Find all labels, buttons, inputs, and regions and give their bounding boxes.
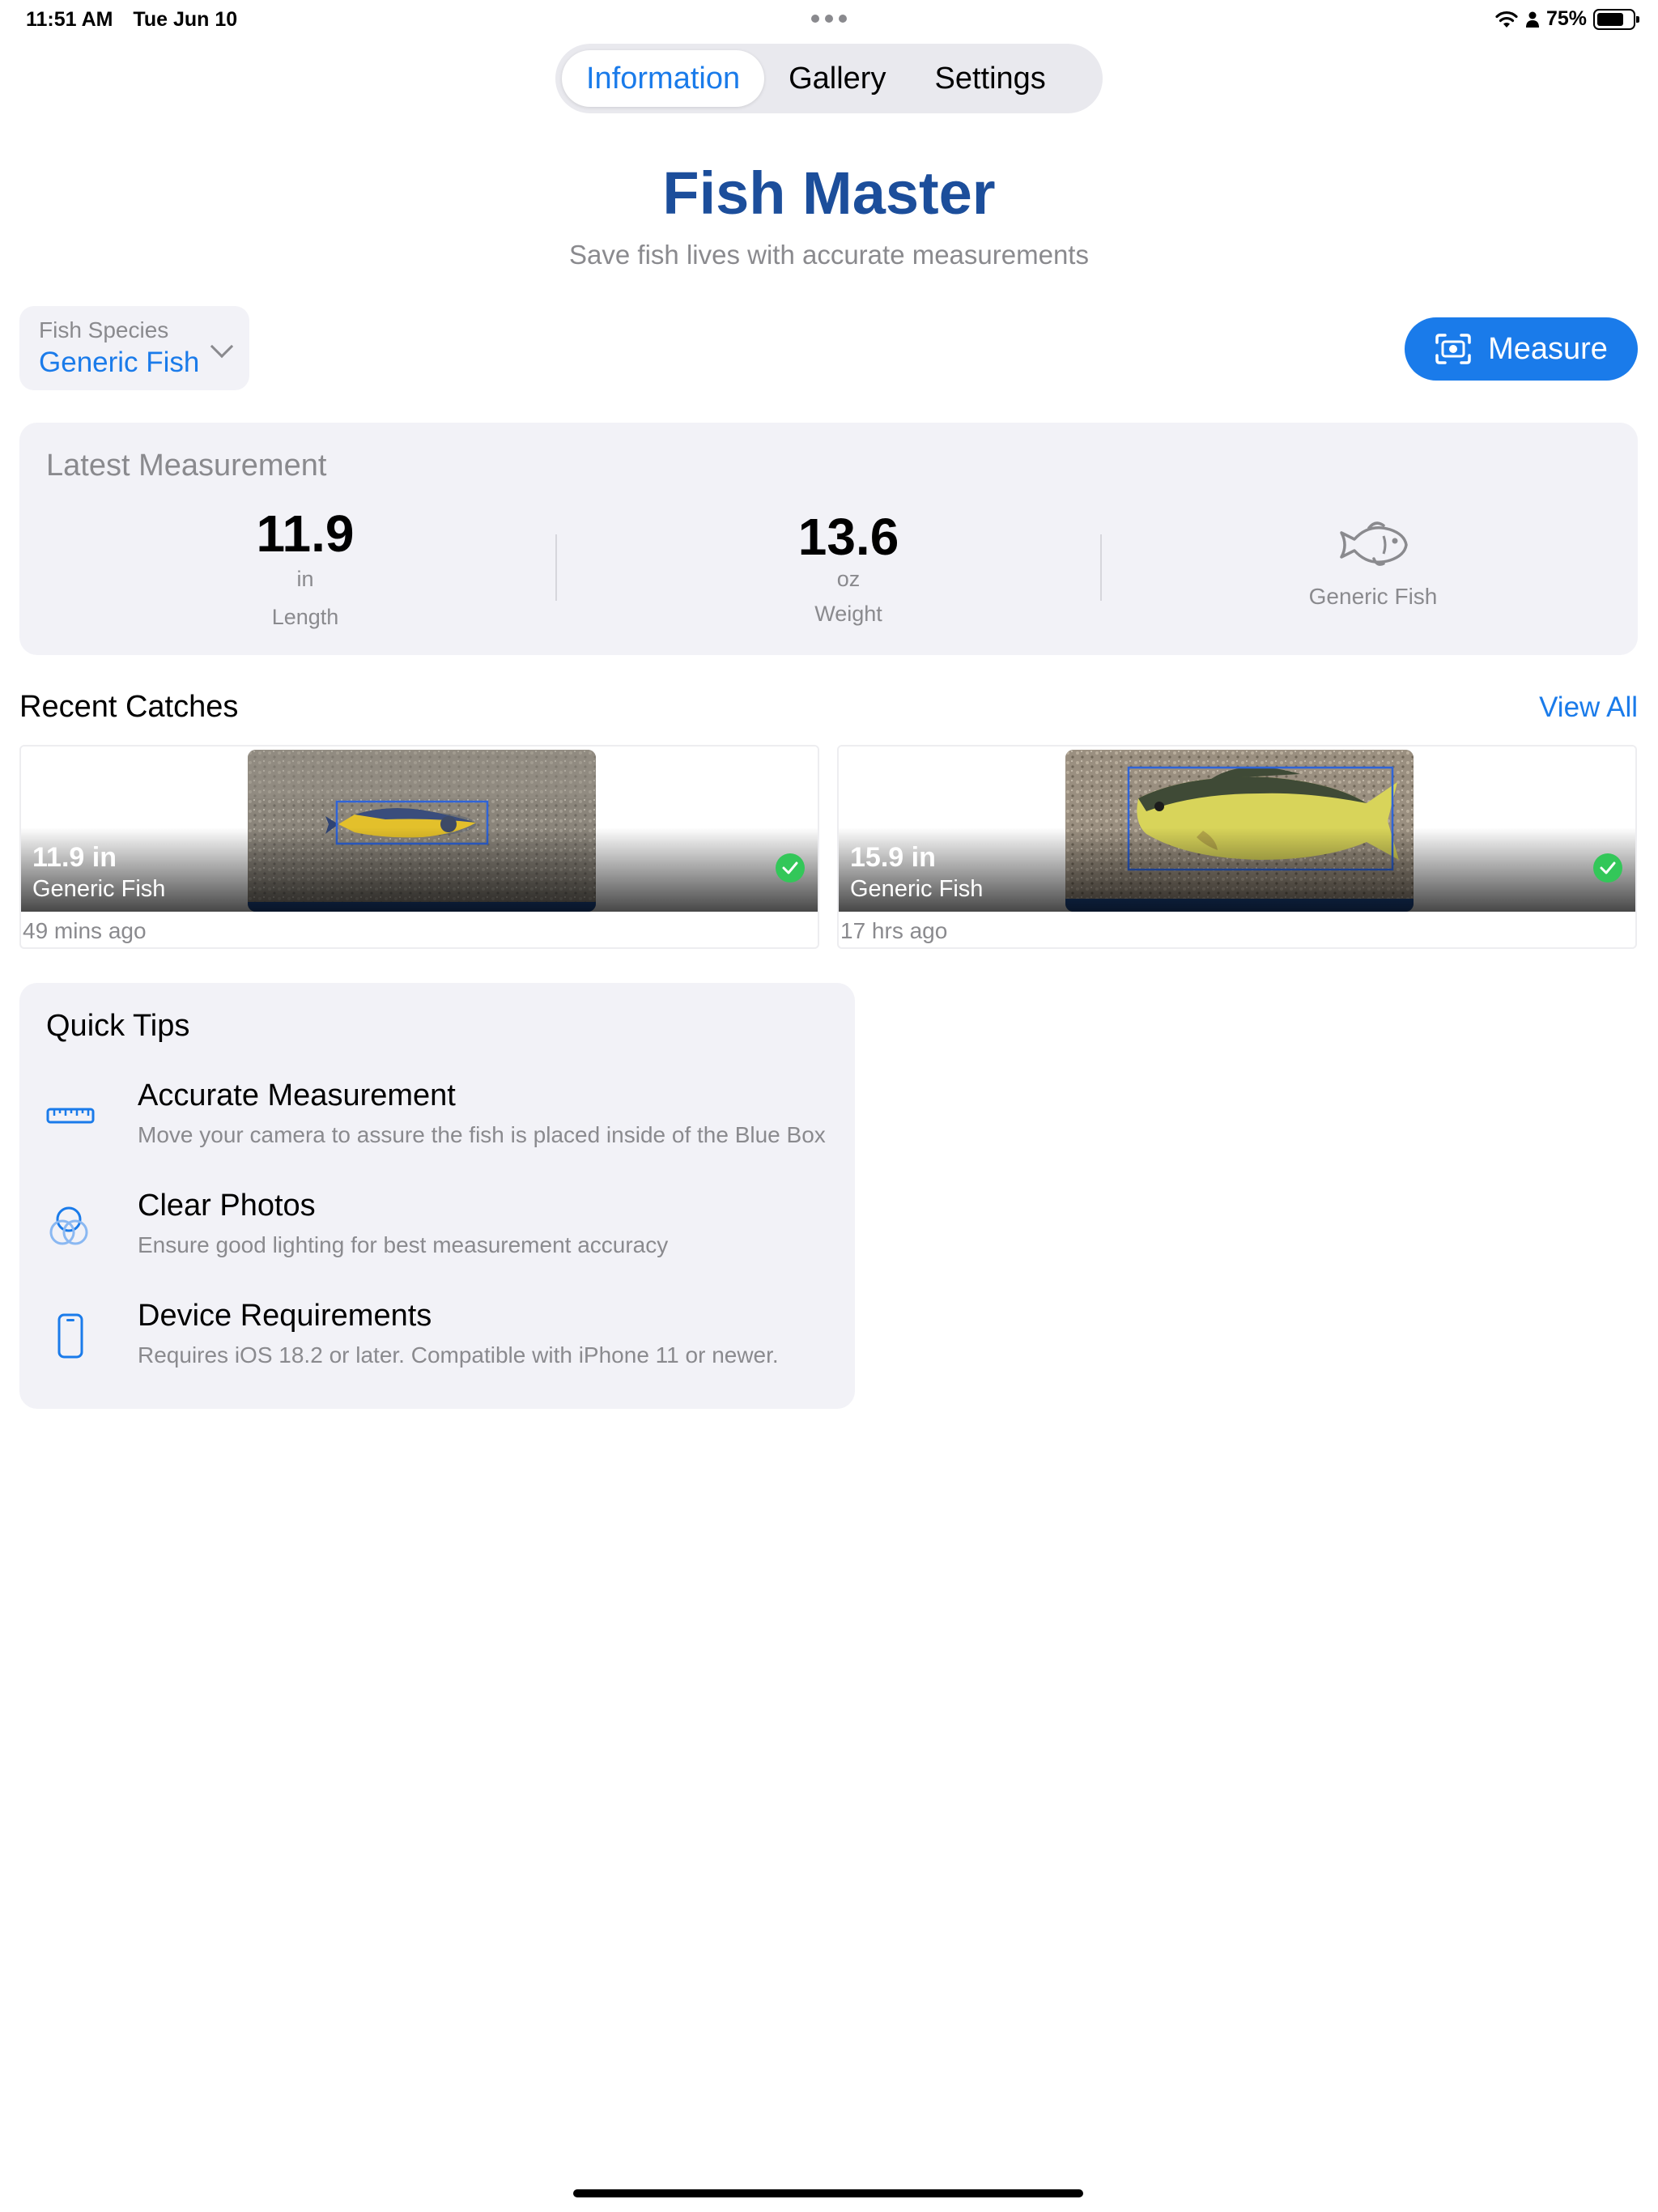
tab-gallery[interactable]: Gallery	[764, 50, 910, 107]
ruler-icon	[46, 1091, 95, 1140]
catch-card[interactable]: 11.9 in Generic Fish 49 mins ago	[19, 745, 819, 949]
metric-divider	[555, 534, 557, 601]
tip-description: Requires iOS 18.2 or later. Compatible w…	[138, 1342, 779, 1368]
status-time-date: 11:51 AM Tue Jun 10	[26, 8, 252, 32]
weight-unit: oz	[836, 567, 861, 591]
status-bar: 11:51 AM Tue Jun 10 75%	[0, 0, 1658, 39]
species-picker-value: Generic Fish	[39, 347, 200, 378]
battery-icon	[1593, 8, 1639, 30]
iphone-icon	[46, 1312, 95, 1360]
battery-percent: 75%	[1545, 7, 1587, 30]
catch-image-area: 11.9 in Generic Fish	[21, 747, 818, 912]
wifi-icon	[1495, 11, 1518, 28]
fish-icon	[1340, 521, 1408, 566]
tab-bar: Information Gallery Settings	[555, 44, 1103, 113]
app-screen: 11:51 AM Tue Jun 10 75% Information Gall…	[0, 0, 1658, 2212]
catch-species: Generic Fish	[850, 876, 984, 902]
catch-time: 49 mins ago	[23, 918, 147, 943]
catch-card[interactable]: 15.9 in Generic Fish 17 hrs ago	[837, 745, 1637, 949]
tip-title: Clear Photos	[138, 1189, 316, 1223]
species-name: Generic Fish	[1308, 584, 1438, 609]
quick-tips-card: Quick Tips Accurate Measurement Move you…	[19, 983, 855, 1409]
tab-information[interactable]: Information	[562, 50, 765, 107]
weight-metric: 13.6 oz Weight	[606, 507, 1091, 627]
status-indicators: 75%	[1494, 7, 1639, 31]
app-title: Fish Master	[662, 160, 996, 227]
tab-settings[interactable]: Settings	[910, 50, 1069, 107]
catch-image-area: 15.9 in Generic Fish	[839, 747, 1635, 912]
metric-divider	[1100, 534, 1102, 601]
measure-button[interactable]: Measure	[1405, 317, 1638, 381]
app-subtitle: Save fish lives with accurate measuremen…	[569, 240, 1089, 270]
circles-icon	[46, 1202, 95, 1250]
catch-species: Generic Fish	[32, 876, 166, 902]
person-icon	[1525, 11, 1539, 28]
tip-item: Clear Photos Ensure good lighting for be…	[46, 1189, 848, 1270]
status-time: 11:51 AM	[26, 8, 113, 31]
length-unit: in	[296, 567, 314, 591]
tip-item: Device Requirements Requires iOS 18.2 or…	[46, 1299, 848, 1380]
checkmark-icon	[776, 853, 805, 883]
tip-title: Device Requirements	[138, 1299, 432, 1333]
species-picker[interactable]: Fish Species Generic Fish	[19, 306, 249, 390]
length-metric: 11.9 in Length	[62, 504, 548, 630]
multitasking-dots[interactable]	[811, 15, 847, 23]
species-metric: Generic Fish	[1130, 518, 1616, 610]
species-picker-label: Fish Species	[39, 317, 169, 342]
length-label: Length	[271, 605, 339, 629]
camera-viewfinder-icon	[1435, 334, 1471, 364]
tip-item: Accurate Measurement Move your camera to…	[46, 1078, 848, 1159]
catch-time: 17 hrs ago	[840, 918, 948, 943]
view-all-link[interactable]: View All	[1539, 691, 1638, 724]
tip-description: Move your camera to assure the fish is p…	[138, 1122, 826, 1147]
home-indicator[interactable]	[573, 2189, 1083, 2197]
tip-title: Accurate Measurement	[138, 1078, 456, 1112]
status-date: Tue Jun 10	[133, 8, 238, 31]
length-value: 11.9	[256, 504, 355, 563]
catch-length: 15.9 in	[850, 842, 936, 873]
weight-label: Weight	[814, 602, 882, 626]
latest-measurement-title: Latest Measurement	[46, 449, 327, 483]
quick-tips-title: Quick Tips	[46, 1009, 190, 1043]
measure-button-label: Measure	[1488, 331, 1608, 366]
recent-catches-title: Recent Catches	[19, 690, 239, 724]
latest-measurement-card: Latest Measurement 11.9 in Length 13.6 o…	[19, 423, 1638, 655]
tip-description: Ensure good lighting for best measuremen…	[138, 1232, 669, 1257]
checkmark-icon	[1593, 853, 1622, 883]
weight-value: 13.6	[797, 508, 899, 566]
catch-length: 11.9 in	[32, 842, 117, 873]
